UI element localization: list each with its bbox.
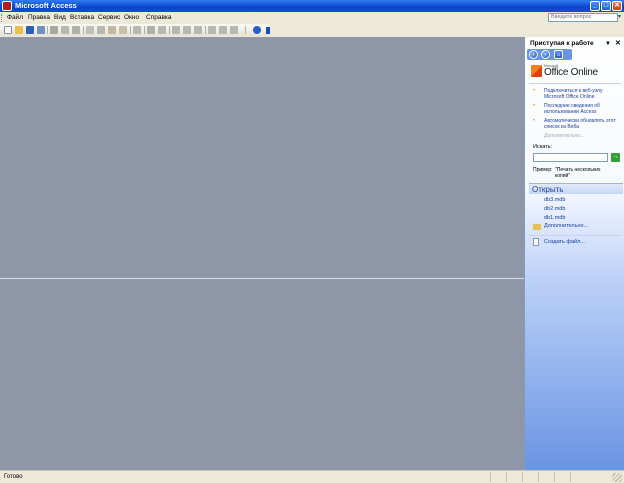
- status-cell: [554, 472, 568, 482]
- toolbar-separator: [169, 26, 170, 34]
- create-file-link[interactable]: Создать файл...: [544, 239, 585, 246]
- task-pane: Приступая к работе ▼ ✕ ‹ › ⌂ Microsoft O…: [524, 37, 624, 470]
- chevron-down-icon[interactable]: ▼: [617, 14, 622, 21]
- recent-file-link[interactable]: db1.mdb: [544, 215, 565, 222]
- open-section-header: Открыть: [529, 183, 623, 194]
- close-icon[interactable]: ✕: [615, 40, 621, 48]
- office-logo-icon: [531, 65, 542, 77]
- dropdown-icon[interactable]: [230, 26, 238, 34]
- title-bar: Microsoft Access _ □ ✕: [0, 0, 624, 12]
- menu-file[interactable]: Файл: [7, 14, 23, 22]
- minimize-button[interactable]: _: [590, 1, 600, 11]
- back-icon[interactable]: ‹: [529, 50, 538, 59]
- status-cell: [506, 472, 520, 482]
- more-link[interactable]: Дополнительно...: [544, 133, 584, 139]
- properties-icon[interactable]: [194, 26, 202, 34]
- menu-edit[interactable]: Правка: [28, 14, 50, 22]
- copy-icon[interactable]: [97, 26, 105, 34]
- home-icon[interactable]: ⌂: [554, 50, 563, 59]
- toolbar-separator: [47, 26, 48, 34]
- status-bar: Готово: [0, 470, 624, 483]
- status-cell: [570, 472, 584, 482]
- save-icon[interactable]: [26, 26, 34, 34]
- bullet-icon: •: [533, 118, 536, 124]
- script-icon[interactable]: [183, 26, 191, 34]
- chevron-down-icon[interactable]: ▼: [605, 40, 611, 48]
- new-icon[interactable]: [4, 26, 12, 34]
- recent-file-link[interactable]: db2.mdb: [544, 206, 565, 213]
- paste-icon[interactable]: [108, 26, 116, 34]
- menu-view[interactable]: Вид: [54, 14, 66, 22]
- analyze-icon[interactable]: [158, 26, 166, 34]
- relationships-icon[interactable]: [208, 26, 216, 34]
- example-label: Пример:: [533, 167, 553, 173]
- example-text: "Печать нескольких копий": [555, 167, 601, 179]
- search-go-button[interactable]: →: [611, 153, 620, 162]
- toolbar-options-chevron-icon[interactable]: [266, 27, 270, 34]
- recent-file-link[interactable]: db3.mdb: [544, 197, 565, 204]
- workspace-divider: [0, 278, 524, 279]
- search-input[interactable]: [533, 153, 608, 162]
- folder-icon: [533, 224, 541, 230]
- link-latest-news[interactable]: Последние сведения об использовании Acce…: [544, 103, 622, 115]
- office-online-logo: Microsoft Office Online: [531, 63, 621, 81]
- toolbar-separator: [83, 26, 84, 34]
- open-more-link[interactable]: Дополнительно...: [544, 223, 588, 230]
- maximize-button[interactable]: □: [601, 1, 611, 11]
- open-section-title: Открыть: [532, 185, 564, 194]
- print-preview-icon[interactable]: [61, 26, 69, 34]
- help-search-input[interactable]: Введите вопрос: [548, 13, 618, 22]
- office-links-icon[interactable]: [147, 26, 155, 34]
- task-pane-title: Приступая к работе: [530, 40, 594, 47]
- undo-icon[interactable]: [133, 26, 141, 34]
- link-office-online[interactable]: Подключиться к веб-узлу Microsoft Office…: [544, 88, 622, 100]
- task-pane-header: Приступая к работе ▼ ✕: [525, 39, 624, 49]
- search-label: Искать:: [533, 144, 553, 150]
- divider: [529, 83, 621, 84]
- resize-grip-icon[interactable]: [612, 473, 622, 482]
- help-icon[interactable]: [253, 26, 261, 34]
- bullet-icon: •: [533, 103, 536, 109]
- divider: [529, 235, 621, 236]
- menu-insert[interactable]: Вставка: [70, 14, 94, 22]
- menu-grip-handle[interactable]: [1, 14, 3, 22]
- status-cell: [538, 472, 552, 482]
- link-auto-update[interactable]: Автоматически обновлять этот список из В…: [544, 118, 622, 130]
- toolbar-separator: [205, 26, 206, 34]
- forward-icon[interactable]: ›: [541, 50, 550, 59]
- status-cell: [490, 472, 504, 482]
- menu-help[interactable]: Справка: [146, 14, 172, 22]
- status-cell: [522, 472, 536, 482]
- open-icon[interactable]: [15, 26, 23, 34]
- bullet-icon: •: [533, 88, 536, 94]
- search-file-icon[interactable]: [37, 26, 45, 34]
- menu-bar: Файл Правка Вид Вставка Сервис Окно Спра…: [0, 12, 624, 24]
- menu-tools[interactable]: Сервис: [98, 14, 120, 22]
- cut-icon[interactable]: [86, 26, 94, 34]
- close-button[interactable]: ✕: [612, 1, 622, 11]
- print-icon[interactable]: [50, 26, 58, 34]
- toolbar-separator: [144, 26, 145, 34]
- database-toolbar: [0, 24, 270, 36]
- format-painter-icon[interactable]: [119, 26, 127, 34]
- status-text: Готово: [4, 474, 23, 480]
- code-icon[interactable]: [172, 26, 180, 34]
- menu-window[interactable]: Окно: [124, 14, 139, 22]
- toolbar-separator: [130, 26, 131, 34]
- spelling-icon[interactable]: [72, 26, 80, 34]
- new-file-icon: [533, 238, 539, 246]
- mdi-workspace: [0, 37, 524, 470]
- window-title: Microsoft Access: [15, 1, 77, 10]
- toolbar-separator: [245, 26, 246, 34]
- access-app-icon[interactable]: [2, 1, 12, 11]
- new-object-icon[interactable]: [219, 26, 227, 34]
